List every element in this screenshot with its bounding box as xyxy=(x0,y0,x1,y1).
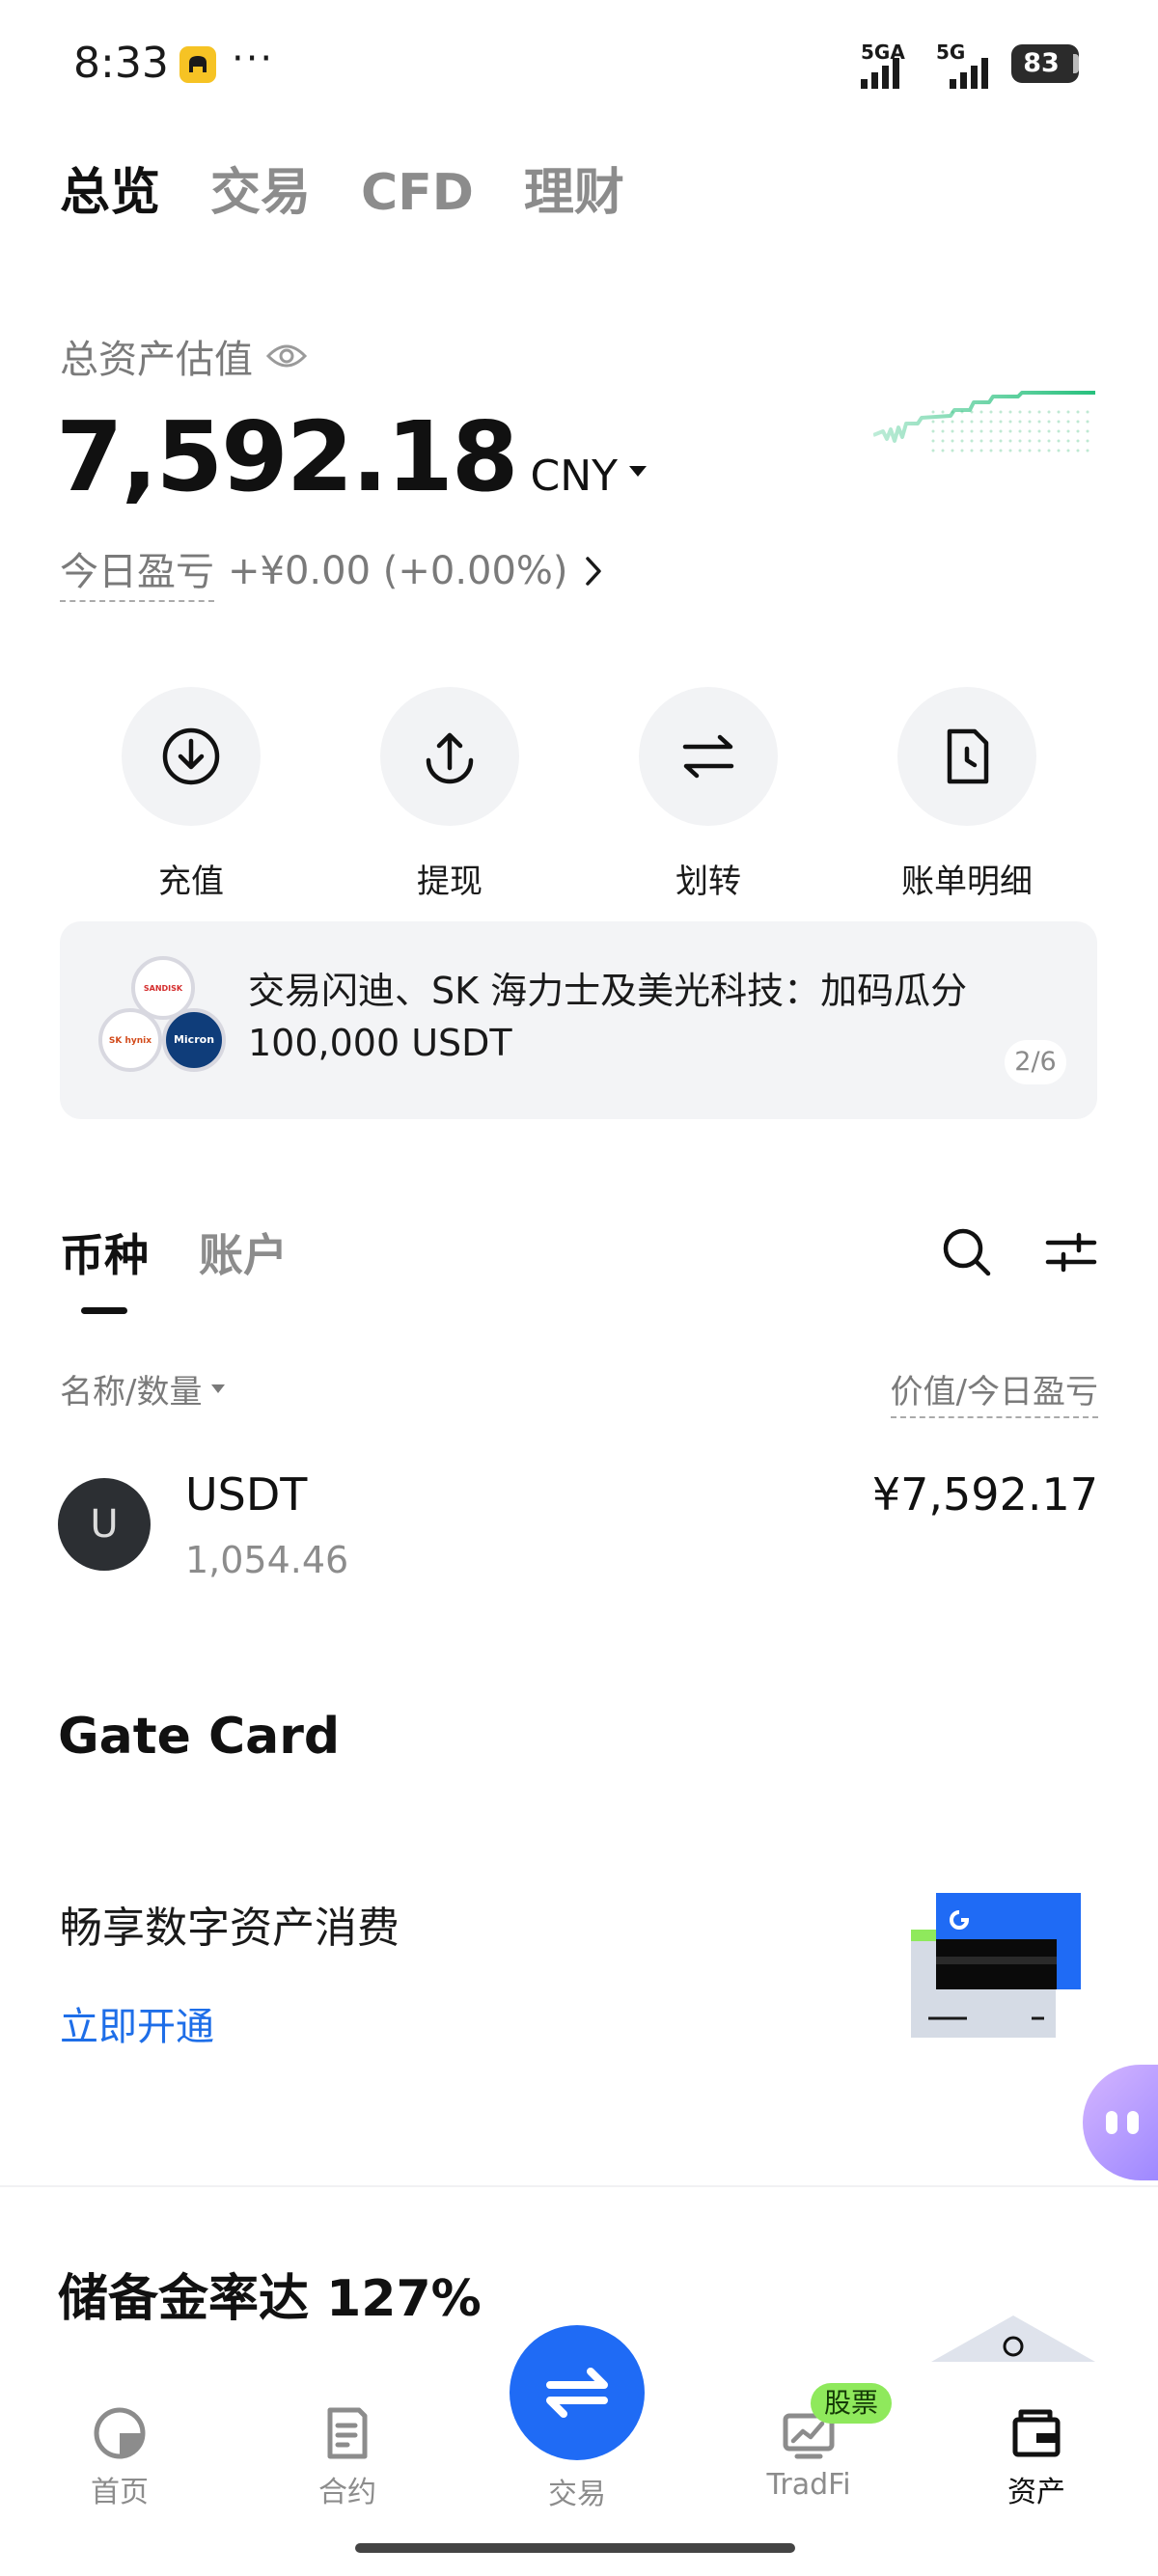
download-icon xyxy=(162,727,220,785)
section-divider xyxy=(0,2185,1158,2187)
home-indicator[interactable] xyxy=(355,2543,795,2553)
tab-cfd[interactable]: CFD xyxy=(361,159,474,227)
stock-badge: 股票 xyxy=(811,2383,893,2424)
gate-card-illustration xyxy=(911,1893,1081,2038)
coin-value: ¥7,592.17 xyxy=(871,1468,1098,1521)
coin-amount: 1,054.46 xyxy=(185,1539,349,1581)
nav-contract[interactable]: 合约 xyxy=(270,2404,425,2510)
activate-link[interactable]: 立即开通 xyxy=(60,1995,214,2051)
nav-trade-label: 交易 xyxy=(548,2478,606,2511)
bill-button[interactable]: 账单明细 xyxy=(870,687,1063,902)
caret-down-icon[interactable] xyxy=(628,466,647,477)
gate-card-subtitle: 畅享数字资产消费 xyxy=(60,1904,400,1953)
transfer-icon xyxy=(682,734,734,779)
caret-down-icon xyxy=(211,1384,226,1393)
eye-icon[interactable] xyxy=(266,343,307,370)
filter-icon[interactable] xyxy=(1042,1223,1100,1281)
asset-amount: 7,592.18 xyxy=(56,400,518,513)
deposit-button[interactable]: 充值 xyxy=(95,687,288,902)
tab-indicator xyxy=(81,1307,127,1314)
transfer-label: 划转 xyxy=(676,863,741,901)
contract-icon xyxy=(327,2407,368,2459)
car-app-icon xyxy=(179,46,216,83)
tab-overview[interactable]: 总览 xyxy=(60,159,160,227)
wallet-icon xyxy=(1012,2409,1061,2457)
transfer-button[interactable]: 划转 xyxy=(612,687,805,902)
assistant-bubble[interactable] xyxy=(1083,2065,1158,2180)
search-icon[interactable] xyxy=(938,1223,996,1281)
reserve-title: 储备金率达 127% xyxy=(58,2270,482,2328)
currency-selector[interactable]: CNY xyxy=(530,452,618,501)
total-asset-value: 7,592.18 CNY xyxy=(56,400,647,513)
tab-coins[interactable]: 币种 xyxy=(60,1220,149,1284)
bill-icon xyxy=(947,728,989,784)
nav-trade-button[interactable] xyxy=(510,2325,645,2460)
status-time: 8:33 xyxy=(73,39,169,88)
withdraw-button[interactable]: 提现 xyxy=(353,687,546,902)
skhynix-logo: SK hynix xyxy=(98,1008,162,1072)
value-pnl-header[interactable]: 价值/今日盈亏 xyxy=(890,1365,1098,1418)
deposit-label: 充值 xyxy=(158,863,224,901)
battery-icon: 83 xyxy=(1011,44,1079,83)
nav-assets[interactable]: 资产 xyxy=(959,2404,1114,2510)
asset-row-usdt[interactable]: U USDT 1,054.46 ¥7,592.17 xyxy=(0,1457,1158,1602)
coin-avatar: U xyxy=(58,1478,151,1571)
total-asset-label: 总资产估值 xyxy=(60,328,307,384)
pnl-value: +¥0.00 (+0.00%) xyxy=(228,549,568,593)
gate-card-title: Gate Card xyxy=(58,1708,341,1766)
banner-page-indicator: 2/6 xyxy=(1005,1040,1066,1084)
coin-name: USDT xyxy=(185,1468,308,1521)
pnl-label: 今日盈亏 xyxy=(60,540,214,602)
tab-accounts[interactable]: 账户 xyxy=(199,1220,288,1284)
asset-sparkline xyxy=(873,391,1095,456)
quick-actions: 充值 提现 划转 账单明细 xyxy=(0,687,1158,902)
more-dots: ··· xyxy=(232,37,275,81)
tab-earn[interactable]: 理财 xyxy=(524,159,624,227)
today-pnl-row[interactable]: 今日盈亏 +¥0.00 (+0.00%) xyxy=(60,540,603,602)
home-icon xyxy=(94,2407,146,2459)
chevron-right-icon xyxy=(585,557,601,586)
nav-home[interactable]: 首页 xyxy=(42,2404,197,2510)
reserve-illustration xyxy=(931,2316,1095,2362)
status-bar: 8:33 ··· 5GA 5G 83 xyxy=(0,0,1158,125)
banner-logos: SANDISK SK hynix Micron xyxy=(98,956,229,1077)
holdings-tabs: 币种 账户 xyxy=(60,1220,288,1284)
tab-trade[interactable]: 交易 xyxy=(210,159,311,227)
trade-icon xyxy=(546,2368,608,2418)
bill-label: 账单明细 xyxy=(901,863,1033,901)
promo-banner[interactable]: SANDISK SK hynix Micron 交易闪迪、SK 海力士及美光科技… xyxy=(60,921,1097,1119)
upload-icon xyxy=(426,732,474,784)
banner-text: 交易闪迪、SK 海力士及美光科技：加码瓜分 100,000 USDT xyxy=(248,970,968,1064)
micron-logo: Micron xyxy=(162,1008,226,1072)
top-tabs: 总览 交易 CFD 理财 xyxy=(60,159,624,227)
sort-by-name[interactable]: 名称/数量 xyxy=(60,1365,226,1412)
withdraw-label: 提现 xyxy=(417,863,482,901)
